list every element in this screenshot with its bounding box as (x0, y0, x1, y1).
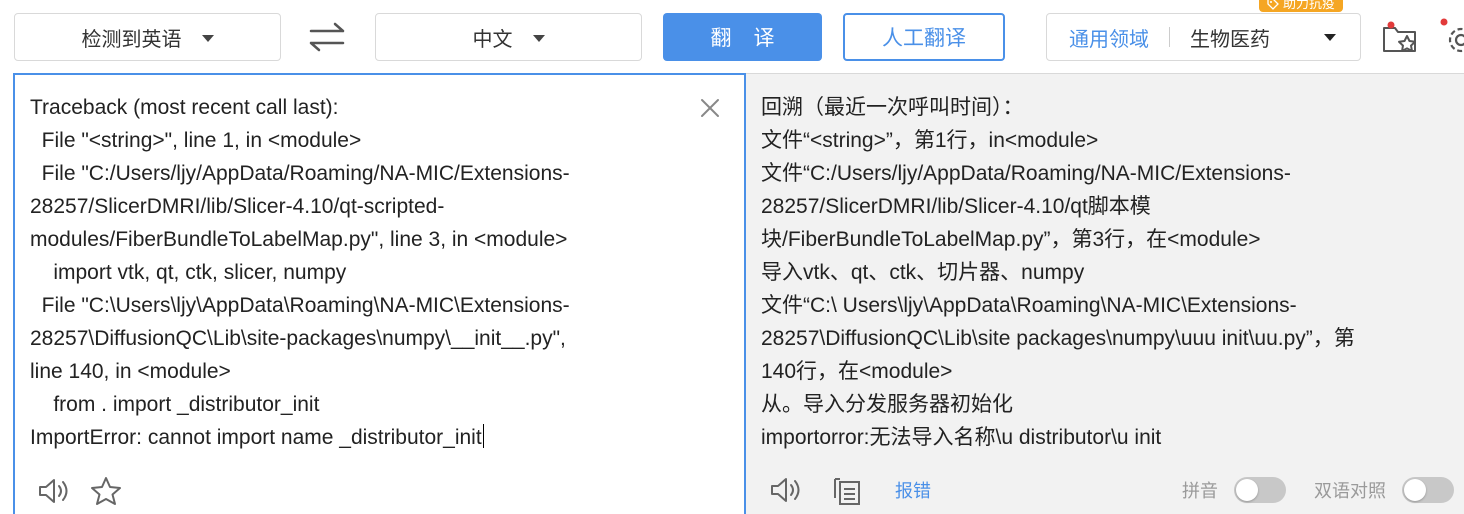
chevron-down-icon (532, 34, 545, 42)
source-textarea[interactable]: Traceback (most recent call last): File … (30, 91, 570, 454)
target-language-label: 中文 (472, 28, 513, 51)
source-line: Traceback (most recent call last): (30, 96, 339, 119)
target-text: 回溯（最近一次呼叫时间）： 文件“<string>”，第1行，in<module>… (761, 91, 1355, 454)
switch-knob (1404, 479, 1426, 501)
toolbar: 检测到英语 中文 翻译 人工翻译 通用领域 生物医药 助力抗疫 (0, 0, 1464, 74)
copy-icon[interactable] (832, 474, 862, 506)
speaker-icon[interactable] (769, 475, 803, 505)
domain-label[interactable]: 通用领域 (1069, 23, 1149, 52)
report-error-link[interactable]: 报错 (895, 477, 931, 503)
domain-divider (1169, 27, 1170, 47)
promo-badge-text: 助力抗疫 (1283, 0, 1336, 11)
speaker-icon[interactable] (37, 476, 71, 506)
target-line: 文件“<string>”，第1行，in<module> (761, 129, 1099, 152)
domain-select[interactable]: 通用领域 生物医药 (1046, 13, 1361, 61)
target-line: 块/FiberBundleToLabelMap.py”，第3行，在<module… (761, 228, 1261, 251)
settings-gear-icon[interactable] (1438, 18, 1464, 56)
star-icon[interactable] (89, 475, 123, 507)
text-cursor (482, 424, 485, 448)
chevron-down-icon (201, 34, 214, 42)
domain-value: 生物医药 (1190, 28, 1270, 51)
tag-icon (1267, 0, 1279, 10)
bilingual-label: 双语对照 (1314, 481, 1386, 501)
chevron-down-icon (1324, 34, 1336, 41)
target-line: 文件“C:/Users/ljy/AppData/Roaming/NA-MIC/E… (761, 162, 1291, 185)
source-language-label: 检测到英语 (81, 28, 182, 51)
bilingual-switch[interactable] (1402, 477, 1454, 503)
target-line: 28257/SlicerDMRI/lib/Slicer-4.10/qt脚本模 (761, 195, 1151, 218)
source-line: 28257/SlicerDMRI/lib/Slicer-4.10/qt-scri… (30, 195, 445, 218)
source-line: import vtk, qt, ctk, slicer, numpy (30, 261, 347, 284)
target-line: 回溯（最近一次呼叫时间）： (761, 96, 1024, 119)
bilingual-toggle-row: 双语对照 (1314, 477, 1454, 503)
favorites-folder-icon[interactable] (1381, 20, 1421, 56)
source-line: File "C:\Users\ljy\AppData\Roaming\NA-MI… (30, 294, 570, 317)
source-text-pane[interactable]: Traceback (most recent call last): File … (13, 73, 746, 514)
human-translate-button[interactable]: 人工翻译 (843, 13, 1005, 61)
close-icon[interactable] (698, 96, 722, 120)
swap-languages-icon[interactable] (305, 20, 349, 54)
translate-button[interactable]: 翻译 (663, 13, 822, 61)
switch-knob (1236, 479, 1258, 501)
source-line: from . import _distributor_init (30, 393, 320, 416)
source-line: 28257\DiffusionQC\Lib\site-packages\nump… (30, 327, 566, 350)
target-line: importorror:无法导入名称\u distributor\u init (761, 426, 1162, 449)
source-line: modules/FiberBundleToLabelMap.py", line … (30, 228, 568, 251)
source-line: File "C:/Users/ljy/AppData/Roaming/NA-MI… (30, 162, 570, 185)
target-text-pane: 回溯（最近一次呼叫时间）： 文件“<string>”，第1行，in<module>… (746, 73, 1464, 514)
target-line: 从。导入分发服务器初始化 (761, 393, 1013, 416)
source-line: ImportError: cannot import name _distrib… (30, 426, 482, 449)
pinyin-switch[interactable] (1234, 477, 1286, 503)
target-line: 文件“C:\ Users\ljy\AppData\Roaming\NA-MIC\… (761, 294, 1297, 317)
source-line: File "<string>", line 1, in <module> (30, 129, 362, 152)
source-language-select[interactable]: 检测到英语 (14, 13, 281, 61)
promo-badge: 助力抗疫 (1259, 0, 1344, 12)
pinyin-toggle-row: 拼音 (1182, 477, 1286, 503)
target-line: 导入vtk、qt、ctk、切片器、numpy (761, 261, 1085, 284)
pinyin-label: 拼音 (1182, 481, 1218, 501)
source-line: line 140, in <module> (30, 360, 231, 383)
target-line: 140行，在<module> (761, 360, 953, 383)
target-language-select[interactable]: 中文 (375, 13, 642, 61)
target-line: 28257\DiffusionQC\Lib\site packages\nump… (761, 327, 1355, 350)
